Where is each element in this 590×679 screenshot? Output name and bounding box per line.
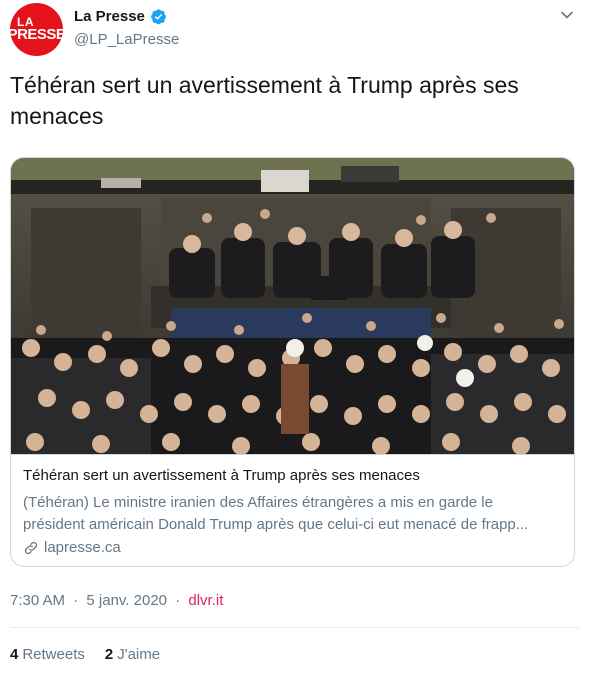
retweets-label: Retweets xyxy=(22,646,85,663)
likes-label: J'aime xyxy=(117,646,161,663)
author-name-row[interactable]: La Presse xyxy=(74,8,167,25)
divider xyxy=(10,627,580,628)
logo-text-presse: PRESSE xyxy=(10,26,63,44)
avatar[interactable]: LA PRESSE xyxy=(10,3,63,56)
retweets-count: 4 xyxy=(10,646,19,663)
tweet-stats: 4 Retweets 2 J'aime xyxy=(10,646,160,663)
tweet-text: Téhéran sert un avertissement à Trump ap… xyxy=(10,72,519,129)
chevron-down-icon[interactable] xyxy=(560,8,574,22)
card-title[interactable]: Téhéran sert un avertissement à Trump ap… xyxy=(23,467,420,484)
likes-count: 2 xyxy=(104,646,114,663)
display-name[interactable]: La Presse xyxy=(74,8,145,25)
link-icon xyxy=(24,541,38,554)
card-description: (Téhéran) Le ministre iranien des Affair… xyxy=(23,492,561,536)
tweet-date[interactable]: 5 janv. 2020 xyxy=(86,592,167,609)
meta-separator-2: · xyxy=(175,592,181,609)
card-image xyxy=(11,158,574,454)
tweet-time[interactable]: 7:30 AM xyxy=(10,592,65,609)
retweets-stat[interactable]: 4 Retweets xyxy=(10,646,85,663)
card-domain[interactable]: lapresse.ca xyxy=(44,539,121,556)
card-description-line-1: (Téhéran) Le ministre iranien des Affair… xyxy=(23,494,493,511)
likes-stat[interactable]: 2 J'aime xyxy=(105,646,160,663)
card-body[interactable]: Téhéran sert un avertissement à Trump ap… xyxy=(11,454,574,566)
link-card[interactable]: Téhéran sert un avertissement à Trump ap… xyxy=(10,157,575,567)
card-domain-link[interactable]: lapresse.ca xyxy=(23,539,121,556)
tweet-meta: 7:30 AM · 5 janv. 2020 · dlvr.it xyxy=(10,592,223,609)
handle[interactable]: @LP_LaPresse xyxy=(74,31,179,48)
card-description-line-2: président américain Donald Trump après q… xyxy=(23,516,529,533)
verified-badge-icon xyxy=(150,9,166,25)
meta-separator: · xyxy=(73,592,79,609)
tweet: LA PRESSE La Presse @LP_LaPresse Téhéran… xyxy=(0,0,590,679)
tweet-source-link[interactable]: dlvr.it xyxy=(188,592,223,609)
